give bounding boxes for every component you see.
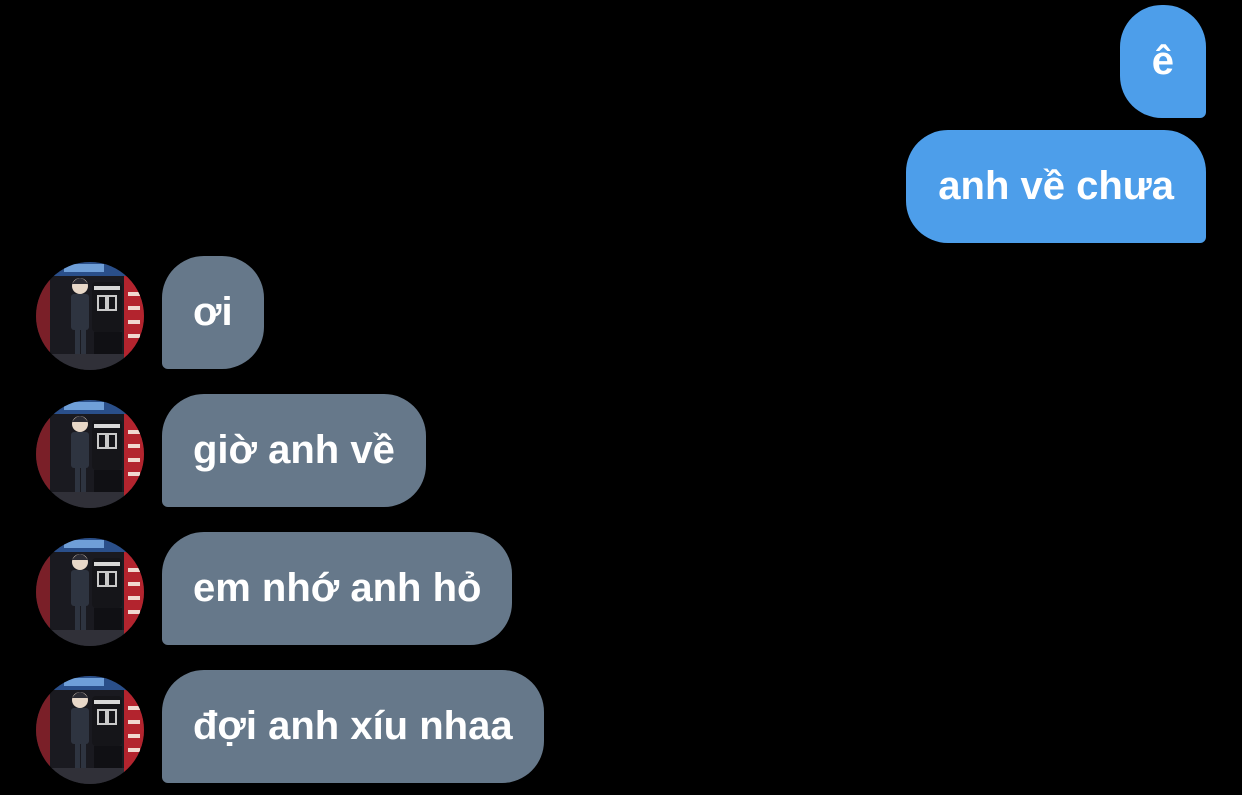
profile-photo-avatar-icon bbox=[36, 262, 144, 370]
avatar[interactable] bbox=[36, 400, 144, 508]
received-message-bubble[interactable]: em nhớ anh hỏ bbox=[162, 532, 513, 645]
profile-photo-avatar-icon bbox=[36, 538, 144, 646]
received-message-bubble[interactable]: đợi anh xíu nhaa bbox=[162, 670, 544, 783]
profile-photo-avatar-icon bbox=[36, 400, 144, 508]
received-message-bubble[interactable]: ơi bbox=[162, 256, 264, 369]
received-message-bubble[interactable]: giờ anh về bbox=[162, 394, 426, 507]
avatar[interactable] bbox=[36, 262, 144, 370]
sent-message-bubble[interactable]: ê bbox=[1119, 5, 1206, 118]
avatar[interactable] bbox=[36, 538, 144, 646]
sent-message-bubble[interactable]: anh về chưa bbox=[906, 130, 1206, 243]
profile-photo-avatar-icon bbox=[36, 676, 144, 784]
avatar[interactable] bbox=[36, 676, 144, 784]
